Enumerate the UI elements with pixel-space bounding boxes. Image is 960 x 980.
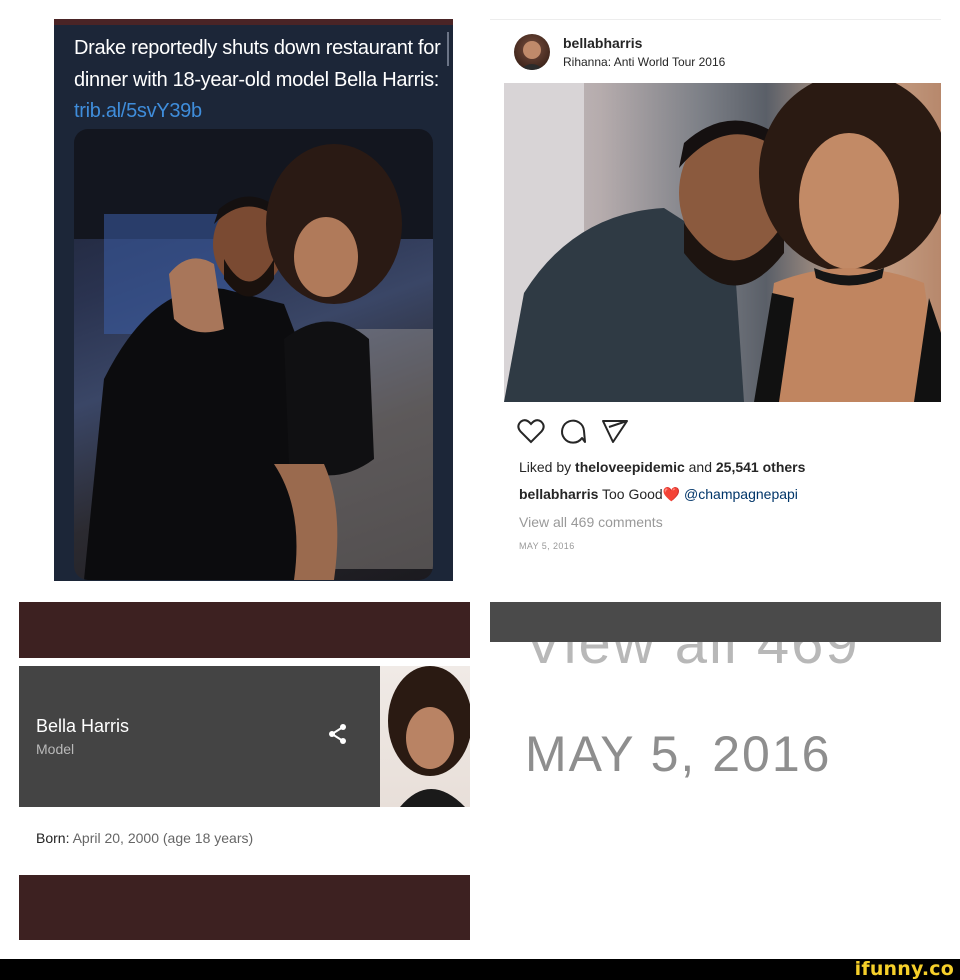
tweet-text: Drake reportedly shuts down restaurant f…	[74, 33, 444, 128]
zoom-cut-text-clip: View all 469	[490, 642, 941, 672]
caption-text: Too Good	[598, 486, 663, 502]
maroon-bar-top	[19, 602, 470, 658]
tweet-body: Drake reportedly shuts down restaurant f…	[74, 37, 441, 91]
view-comments-link[interactable]: View all 469 comments	[519, 514, 663, 530]
tweet-photo	[74, 129, 433, 580]
caption-username[interactable]: bellabharris	[519, 486, 598, 502]
couple-photo-illustration	[74, 129, 433, 580]
share-icon[interactable]	[601, 418, 629, 444]
instagram-post: bellabharris Rihanna: Anti World Tour 20…	[490, 19, 941, 564]
post-caption: bellabharris Too Good❤️ @champagnepapi	[519, 486, 798, 503]
post-photo	[504, 83, 941, 402]
knowledge-panel-card: Bella Harris Model	[19, 666, 470, 807]
post-username[interactable]: bellabharris	[563, 35, 642, 51]
portrait-illustration	[388, 666, 470, 807]
zoom-header-bar	[490, 602, 941, 642]
born-value: April 20, 2000 (age 18 years)	[69, 830, 254, 846]
likes-count[interactable]: 25,541 others	[716, 459, 806, 475]
likes-middle: and	[684, 459, 716, 475]
zoom-date: MAY 5, 2016	[525, 726, 832, 782]
caption-mention[interactable]: @champagnepapi	[680, 486, 798, 502]
likes-user[interactable]: theloveepidemic	[575, 459, 685, 475]
profile-avatar[interactable]	[514, 34, 550, 70]
tweet-link[interactable]: trib.al/5svY39b	[74, 100, 202, 122]
post-location[interactable]: Rihanna: Anti World Tour 2016	[563, 55, 725, 69]
zoom-cut-text: View all 469	[524, 642, 860, 672]
maroon-bar-bottom	[19, 875, 470, 940]
post-date: MAY 5, 2016	[519, 541, 575, 551]
post-actions	[517, 418, 629, 444]
likes-prefix: Liked by	[519, 459, 576, 475]
share-icon[interactable]	[326, 722, 350, 746]
heart-icon[interactable]	[517, 418, 545, 444]
tweet-scrollbar[interactable]	[447, 32, 449, 66]
footer-bar: ifunny.co	[0, 958, 960, 980]
person-photo[interactable]	[380, 666, 470, 807]
selfie-illustration	[504, 83, 941, 402]
tweet-screenshot: Drake reportedly shuts down restaurant f…	[54, 19, 453, 581]
person-name: Bella Harris	[36, 716, 130, 736]
heart-emoji-icon: ❤️	[662, 486, 681, 502]
born-label: Born:	[36, 830, 70, 846]
likes-line: Liked by theloveepidemic and 25,541 othe…	[519, 459, 805, 475]
birth-info: Born: April 20, 2000 (age 18 years)	[36, 830, 253, 846]
comment-icon[interactable]	[559, 418, 587, 444]
person-role: Model	[36, 741, 75, 757]
avatar-illustration	[520, 41, 544, 70]
watermark-logo: ifunny.co	[854, 958, 954, 980]
